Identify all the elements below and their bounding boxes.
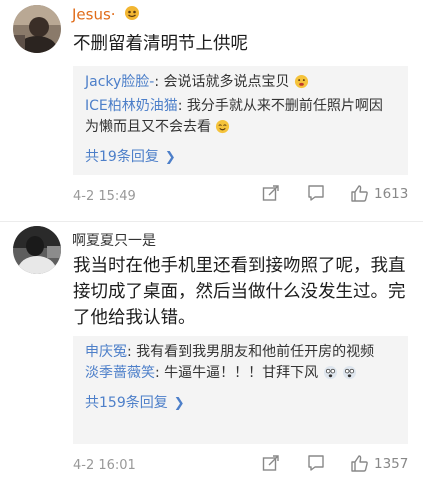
share-icon [262,185,279,201]
comment-item: 啊夏夏只一是 我当时在他手机里还看到接吻照了呢，我直接切成了桌面，然后当做什么没… [0,222,423,480]
username[interactable]: 啊夏夏只一是 [72,230,156,250]
comment-button[interactable] [307,454,325,472]
member-badge-icon [123,5,141,25]
emoji-icon [294,74,309,96]
like-button[interactable]: 1357 [350,454,408,473]
reply-item[interactable]: Jacky脸脸-: 会说话就多说点宝贝 [85,72,396,96]
share-button[interactable] [262,454,280,472]
reply-item[interactable]: 申庆冤: 我有看到我男朋友和他前任开房的视频 [85,342,396,363]
reply-text: : 牛逼牛逼！！！甘拜下风 [155,365,319,381]
username[interactable]: Jesus· [72,5,141,25]
like-count: 1357 [374,455,409,472]
comment-text: 不删留着清明节上供呢 [73,34,248,54]
reply-item[interactable]: 淡季蔷薇笑: 牛逼牛逼！！！甘拜下风 [85,363,396,387]
like-count: 1613 [374,185,409,202]
timestamp: 4-2 15:49 [73,189,136,204]
chevron-right-icon: ❯ [164,150,176,165]
more-replies-link[interactable]: 共19条回复 ❯ [85,147,396,168]
avatar[interactable] [13,226,61,274]
emoji-icon [215,119,230,141]
share-icon [262,455,279,471]
comment-text: 我当时在他手机里还看到接吻照了呢，我直接切成了桌面，然后当做什么没发生过。完了他… [73,256,406,328]
emoji-icon [323,365,338,387]
share-button[interactable] [262,184,280,202]
emoji-icon [342,365,357,387]
reply-box[interactable]: 申庆冤: 我有看到我男朋友和他前任开房的视频 淡季蔷薇笑: 牛逼牛逼！！！甘拜下… [73,336,408,444]
thumbs-up-icon [351,185,368,202]
chevron-right-icon: ❯ [173,396,185,411]
reply-author[interactable]: Jacky脸脸- [85,74,154,90]
thumbs-up-icon [351,455,368,472]
reply-author[interactable]: 淡季蔷薇笑 [85,365,155,381]
more-replies-link[interactable]: 共159条回复 ❯ [85,393,396,414]
comment-icon [308,185,324,201]
reply-item[interactable]: ICE柏林奶油猫: 我分手就从来不删前任照片啊因为懒而且又不会去看 [85,96,396,141]
reply-text: : 会说话就多说点宝贝 [154,74,290,90]
reply-author[interactable]: 申庆冤 [85,344,127,360]
reply-box[interactable]: Jacky脸脸-: 会说话就多说点宝贝 ICE柏林奶油猫: 我分手就从来不删前任… [73,66,408,175]
reply-author[interactable]: ICE柏林奶油猫 [85,98,178,114]
timestamp: 4-2 16:01 [73,458,136,473]
comment-button[interactable] [307,184,325,202]
like-button[interactable]: 1613 [350,184,408,203]
comment-icon [308,455,324,471]
avatar[interactable] [13,5,61,53]
reply-text: : 我有看到我男朋友和他前任开房的视频 [127,344,375,360]
comment-item: Jesus· 不删留着清明节上供呢 Jacky脸脸-: 会说话就多说点宝贝 IC… [0,0,423,222]
